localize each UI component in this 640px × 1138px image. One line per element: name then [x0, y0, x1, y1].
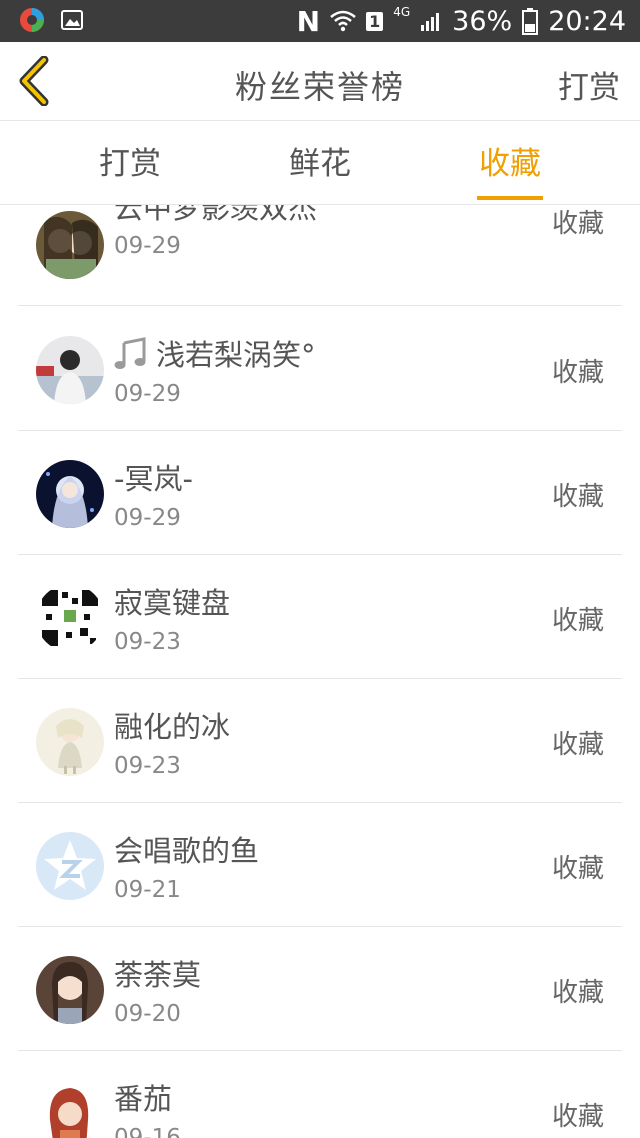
user-name: 寂寞键盘 — [114, 586, 231, 620]
entry-type: 收藏 — [551, 209, 604, 239]
active-tab-indicator — [477, 196, 543, 200]
avatar[interactable] — [36, 956, 104, 1024]
list-item[interactable]: 云中梦影羡双杰 09-29 收藏 — [18, 205, 622, 306]
user-name: -冥岚- — [114, 462, 193, 496]
avatar[interactable] — [36, 708, 104, 776]
status-right: N 1 4G 36% 20:24 — [297, 0, 626, 42]
list-item[interactable]: 寂寞键盘 09-23 收藏 — [18, 554, 622, 679]
user-name: 浅若梨涡笑° — [156, 338, 316, 372]
avatar[interactable] — [36, 211, 104, 279]
entry-type: 收藏 — [551, 606, 604, 636]
user-name: 番茄 — [114, 1082, 173, 1116]
avatar[interactable] — [36, 460, 104, 528]
entry-type: 收藏 — [551, 1102, 604, 1132]
user-name: 云中梦影羡双杰 — [114, 205, 318, 225]
entry-type: 收藏 — [551, 854, 604, 884]
nfc-indicator: N — [296, 4, 321, 38]
entry-type: 收藏 — [551, 482, 604, 512]
entry-type: 收藏 — [551, 730, 604, 760]
avatar[interactable] — [36, 584, 104, 652]
app-notification-icon — [20, 8, 44, 32]
signal-icon — [421, 13, 440, 31]
entry-date: 09-29 — [114, 505, 181, 531]
wifi-icon — [330, 10, 356, 32]
page-title: 粉丝荣誉榜 — [234, 68, 405, 106]
entry-date: 09-16 — [114, 1125, 181, 1138]
sim-indicator: 1 — [366, 11, 384, 31]
image-notification-icon — [61, 10, 83, 30]
battery-percent: 36% — [452, 5, 513, 37]
entry-date: 09-20 — [114, 1001, 181, 1027]
tab-bar: 打赏 鲜花 收藏 — [0, 121, 640, 205]
tab-favorites[interactable]: 收藏 — [415, 121, 605, 204]
fan-list: 云中梦影羡双杰 09-29 收藏 浅若梨涡笑° 09-29 收藏 -冥岚- 09… — [0, 205, 640, 1138]
app-header: 粉丝荣誉榜 打赏 — [0, 42, 640, 121]
entry-type: 收藏 — [551, 978, 604, 1008]
reward-button[interactable]: 打赏 — [558, 62, 620, 107]
user-name: 会唱歌的鱼 — [114, 834, 260, 868]
entry-date: 09-23 — [114, 753, 181, 779]
clock: 20:24 — [548, 5, 626, 37]
entry-type: 收藏 — [551, 358, 604, 388]
battery-icon — [522, 8, 539, 35]
status-bar: N 1 4G 36% 20:24 — [0, 0, 640, 42]
list-item[interactable]: -冥岚- 09-29 收藏 — [18, 430, 622, 555]
list-item[interactable]: 荼荼莫 09-20 收藏 — [18, 926, 622, 1051]
tab-reward[interactable]: 打赏 — [35, 121, 225, 204]
entry-date: 09-23 — [114, 629, 181, 655]
list-item[interactable]: 浅若梨涡笑° 09-29 收藏 — [18, 306, 622, 431]
entry-date: 09-29 — [114, 233, 181, 259]
avatar[interactable] — [36, 336, 104, 404]
entry-date: 09-29 — [114, 381, 181, 407]
list-item[interactable]: 会唱歌的鱼 09-21 收藏 — [18, 802, 622, 927]
tab-flowers[interactable]: 鲜花 — [225, 121, 415, 204]
user-name: 荼荼莫 — [114, 958, 202, 992]
list-item[interactable]: 番茄 09-16 收藏 — [18, 1050, 622, 1138]
list-item[interactable]: 融化的冰 09-23 收藏 — [18, 678, 622, 803]
music-note-icon — [114, 337, 146, 369]
avatar[interactable] — [36, 832, 104, 900]
network-type: 4G — [393, 5, 411, 19]
status-left — [18, 6, 84, 34]
user-name: 融化的冰 — [114, 710, 231, 744]
user-name-row: 浅若梨涡笑° — [114, 332, 316, 374]
entry-date: 09-21 — [114, 877, 181, 903]
avatar[interactable] — [36, 1080, 104, 1138]
